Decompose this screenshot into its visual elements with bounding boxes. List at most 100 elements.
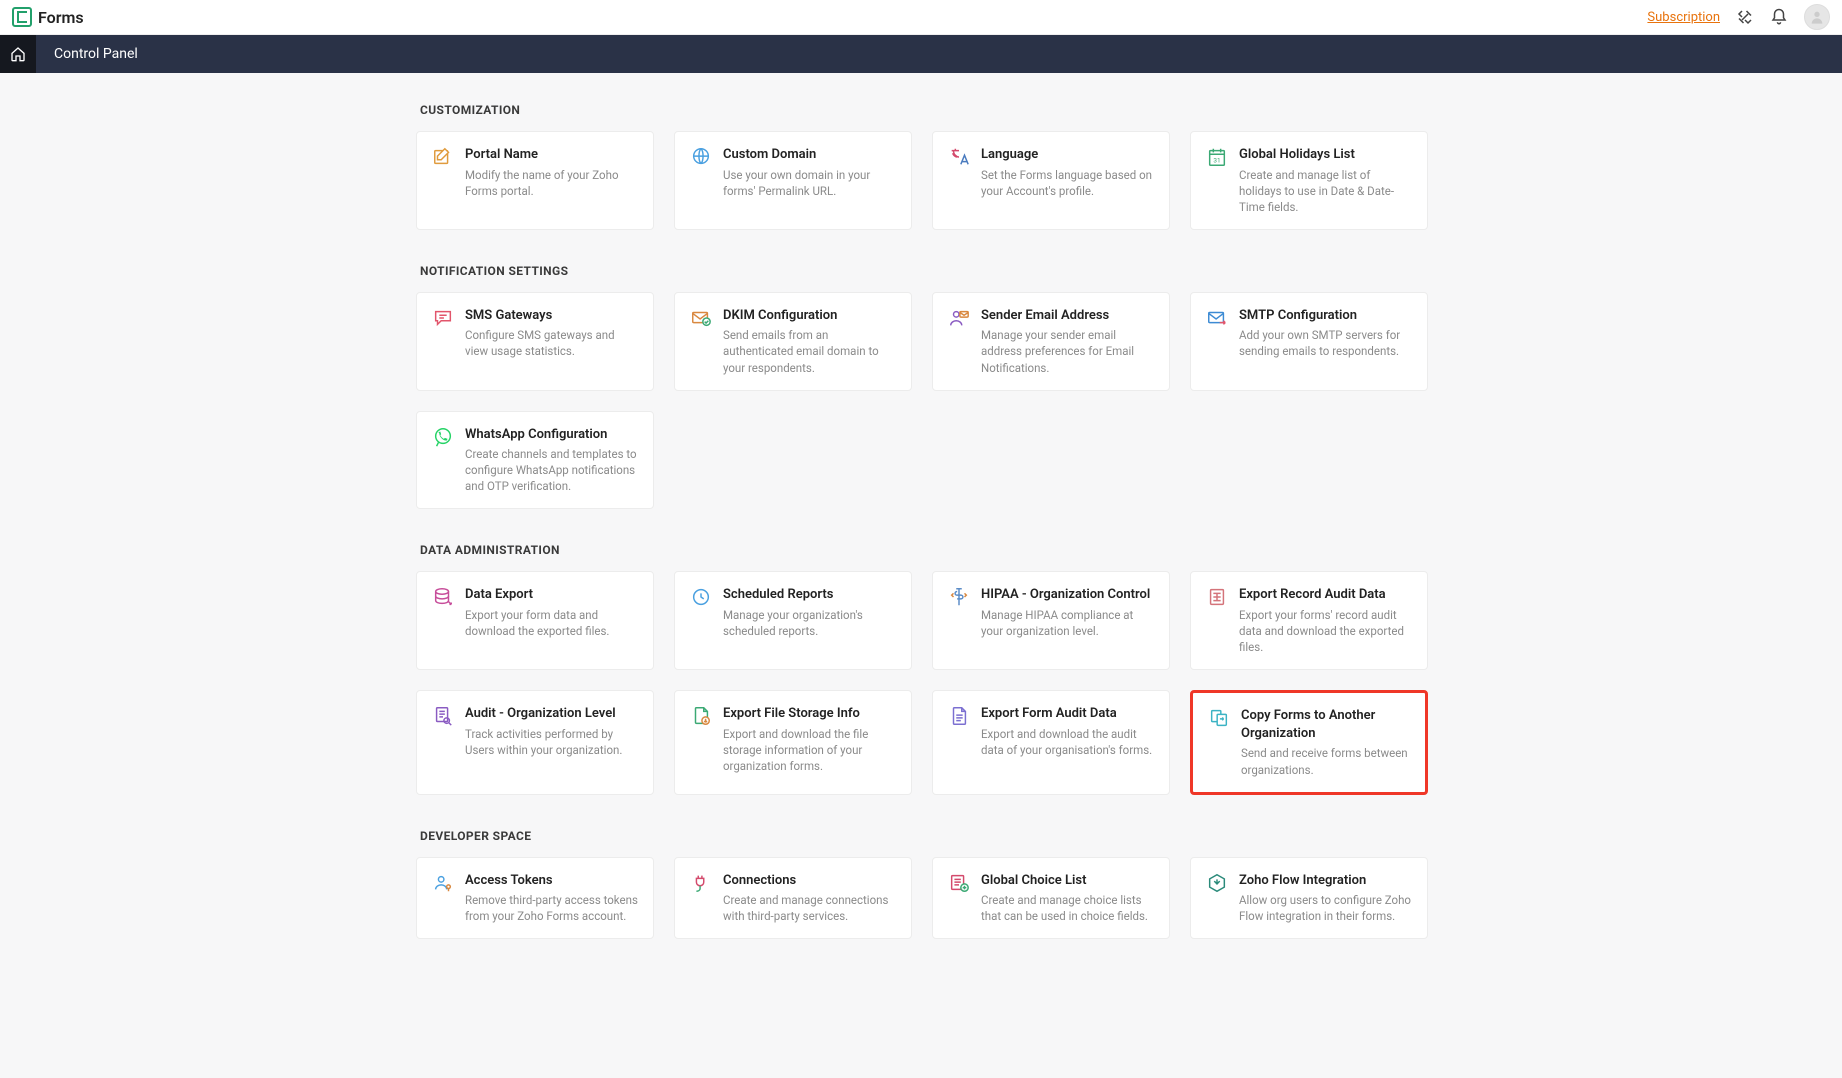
app-logo-icon <box>12 7 32 27</box>
card-title: Access Tokens <box>465 872 639 890</box>
card-desc: Create and manage connections with third… <box>723 892 897 924</box>
topbar-left: Forms <box>12 7 84 27</box>
cards-grid: Portal Name Modify the name of your Zoho… <box>416 131 1426 230</box>
card-scheduled-reports[interactable]: Scheduled Reports Manage your organizati… <box>674 571 912 670</box>
user-mail-icon <box>947 307 971 331</box>
card-sender-email[interactable]: Sender Email Address Manage your sender … <box>932 292 1170 391</box>
card-title: Export Form Audit Data <box>981 705 1155 723</box>
card-desc: Export and download the audit data of yo… <box>981 726 1155 758</box>
whatsapp-icon <box>431 426 455 450</box>
pencil-square-icon <box>431 146 455 170</box>
envelope-arrow-icon <box>1205 307 1229 331</box>
card-global-choice-list[interactable]: Global Choice List Create and manage cho… <box>932 857 1170 940</box>
section-heading: NOTIFICATION SETTINGS <box>420 264 1426 278</box>
translate-icon <box>947 146 971 170</box>
card-desc: Track activities performed by Users with… <box>465 726 639 758</box>
document-search-icon <box>431 705 455 729</box>
tools-icon[interactable] <box>1736 8 1754 26</box>
card-desc: Use your own domain in your forms' Perma… <box>723 167 897 199</box>
card-desc: Set the Forms language based on your Acc… <box>981 167 1155 199</box>
card-title: DKIM Configuration <box>723 307 897 325</box>
card-title: SMS Gateways <box>465 307 639 325</box>
card-title: WhatsApp Configuration <box>465 426 639 444</box>
card-language[interactable]: Language Set the Forms language based on… <box>932 131 1170 230</box>
card-desc: Export and download the file storage inf… <box>723 726 897 774</box>
bell-icon[interactable] <box>1770 8 1788 26</box>
subscription-link[interactable]: Subscription <box>1647 10 1720 25</box>
document-grid-icon <box>1205 586 1229 610</box>
document-lines-icon <box>947 705 971 729</box>
svg-text:31: 31 <box>1213 157 1220 165</box>
card-copy-forms[interactable]: Copy Forms to Another Organization Send … <box>1190 690 1428 794</box>
plug-icon <box>689 872 713 896</box>
cards-grid: Access Tokens Remove third-party access … <box>416 857 1426 940</box>
section-data-admin: DATA ADMINISTRATION Data Export Export y… <box>416 543 1426 794</box>
file-download-icon <box>689 705 713 729</box>
section-developer: DEVELOPER SPACE Access Tokens Remove thi… <box>416 829 1426 940</box>
card-connections[interactable]: Connections Create and manage connection… <box>674 857 912 940</box>
card-zoho-flow[interactable]: Zoho Flow Integration Allow org users to… <box>1190 857 1428 940</box>
card-audit-org[interactable]: Audit - Organization Level Track activit… <box>416 690 654 794</box>
app-title: Forms <box>38 8 84 27</box>
cards-grid: SMS Gateways Configure SMS gateways and … <box>416 292 1426 510</box>
card-title: Sender Email Address <box>981 307 1155 325</box>
card-desc: Manage HIPAA compliance at your organiza… <box>981 607 1155 639</box>
card-desc: Export your forms' record audit data and… <box>1239 607 1413 655</box>
content: CUSTOMIZATION Portal Name Modify the nam… <box>416 73 1426 1013</box>
card-desc: Create channels and templates to configu… <box>465 446 639 494</box>
card-title: SMTP Configuration <box>1239 307 1413 325</box>
card-desc: Create and manage choice lists that can … <box>981 892 1155 924</box>
list-plus-icon <box>947 872 971 896</box>
card-access-tokens[interactable]: Access Tokens Remove third-party access … <box>416 857 654 940</box>
flow-hexagon-icon <box>1205 872 1229 896</box>
section-customization: CUSTOMIZATION Portal Name Modify the nam… <box>416 103 1426 230</box>
card-desc: Add your own SMTP servers for sending em… <box>1239 327 1413 359</box>
card-desc: Remove third-party access tokens from yo… <box>465 892 639 924</box>
card-title: Connections <box>723 872 897 890</box>
medical-icon <box>947 586 971 610</box>
card-desc: Export your form data and download the e… <box>465 607 639 639</box>
card-data-export[interactable]: Data Export Export your form data and do… <box>416 571 654 670</box>
section-heading: DEVELOPER SPACE <box>420 829 1426 843</box>
database-export-icon <box>431 586 455 610</box>
card-export-form-audit[interactable]: Export Form Audit Data Export and downlo… <box>932 690 1170 794</box>
card-desc: Create and manage list of holidays to us… <box>1239 167 1413 215</box>
card-file-storage[interactable]: Export File Storage Info Export and down… <box>674 690 912 794</box>
card-desc: Send emails from an authenticated email … <box>723 327 897 375</box>
page-title: Control Panel <box>36 35 138 73</box>
card-title: Audit - Organization Level <box>465 705 639 723</box>
card-smtp[interactable]: SMTP Configuration Add your own SMTP ser… <box>1190 292 1428 391</box>
card-desc: Manage your organization's scheduled rep… <box>723 607 897 639</box>
card-desc: Send and receive forms between organizat… <box>1241 745 1411 777</box>
card-sms-gateways[interactable]: SMS Gateways Configure SMS gateways and … <box>416 292 654 391</box>
card-title: Export File Storage Info <box>723 705 897 723</box>
card-hipaa[interactable]: HIPAA - Organization Control Manage HIPA… <box>932 571 1170 670</box>
card-title: Language <box>981 146 1155 164</box>
home-button[interactable] <box>0 35 36 73</box>
card-title: Global Choice List <box>981 872 1155 890</box>
chat-bubble-icon <box>431 307 455 331</box>
card-title: Export Record Audit Data <box>1239 586 1413 604</box>
card-portal-name[interactable]: Portal Name Modify the name of your Zoho… <box>416 131 654 230</box>
navbar: Control Panel <box>0 35 1842 73</box>
globe-icon <box>689 146 713 170</box>
section-heading: CUSTOMIZATION <box>420 103 1426 117</box>
clock-icon <box>689 586 713 610</box>
card-global-holidays[interactable]: 31 Global Holidays List Create and manag… <box>1190 131 1428 230</box>
cards-grid: Data Export Export your form data and do… <box>416 571 1426 794</box>
card-export-record-audit[interactable]: Export Record Audit Data Export your for… <box>1190 571 1428 670</box>
card-whatsapp[interactable]: WhatsApp Configuration Create channels a… <box>416 411 654 510</box>
section-heading: DATA ADMINISTRATION <box>420 543 1426 557</box>
card-desc: Modify the name of your Zoho Forms porta… <box>465 167 639 199</box>
card-desc: Allow org users to configure Zoho Flow i… <box>1239 892 1413 924</box>
section-notification: NOTIFICATION SETTINGS SMS Gateways Confi… <box>416 264 1426 510</box>
copy-transfer-icon <box>1207 707 1231 731</box>
card-dkim[interactable]: DKIM Configuration Send emails from an a… <box>674 292 912 391</box>
topbar: Forms Subscription <box>0 0 1842 35</box>
card-title: Scheduled Reports <box>723 586 897 604</box>
topbar-right: Subscription <box>1647 4 1830 30</box>
card-title: Portal Name <box>465 146 639 164</box>
card-title: Data Export <box>465 586 639 604</box>
avatar[interactable] <box>1804 4 1830 30</box>
card-custom-domain[interactable]: Custom Domain Use your own domain in you… <box>674 131 912 230</box>
